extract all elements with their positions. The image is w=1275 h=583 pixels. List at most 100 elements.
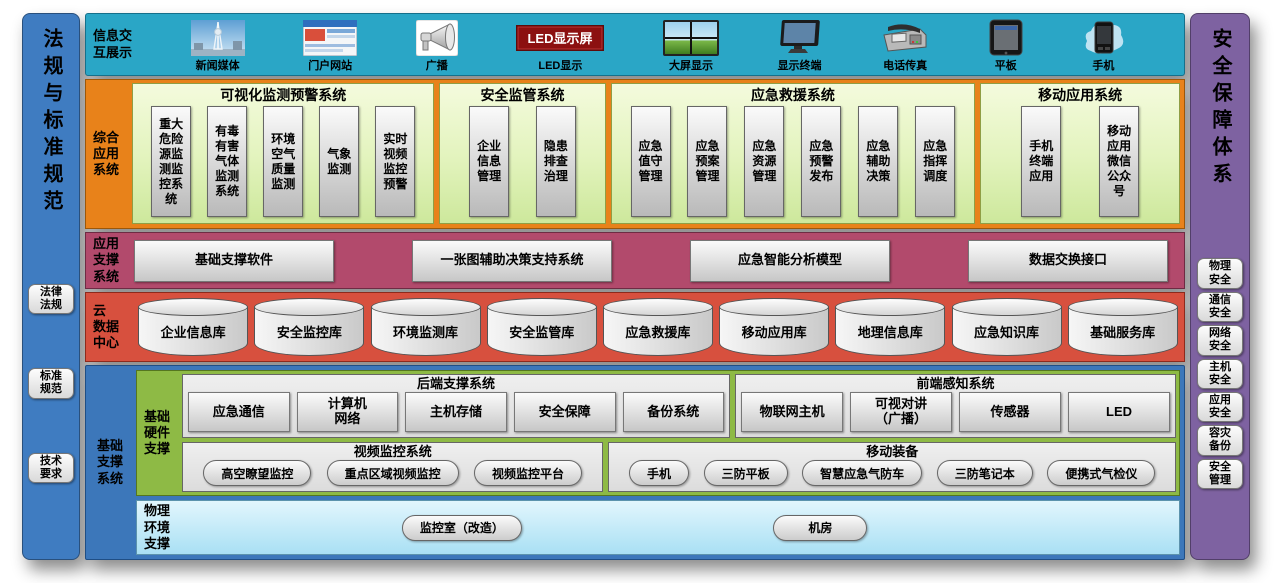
hardware-box: 物联网主机: [741, 392, 843, 432]
support-box: 一张图辅助决策支持系统: [412, 240, 612, 282]
info-item-label: 显示终端: [778, 57, 822, 73]
info-item-big-screen: 大屏显示: [663, 19, 719, 73]
app-system-box: 应急指挥调度: [915, 106, 955, 217]
hardware-box: 主机存储: [405, 392, 507, 432]
equipment-pill: 三防平板: [704, 460, 788, 486]
app-system-box: 应急预案管理: [687, 106, 727, 217]
desktop-monitor-icon: [778, 19, 822, 56]
right-bar-chip: 网络 安全: [1197, 325, 1243, 355]
group-mobile-application: 移动应用系统 手机终端应用移动应用微信公众号: [980, 83, 1180, 224]
equipment-pill: 重点区域视频监控: [327, 460, 459, 486]
app-system-box: 应急辅助决策: [858, 106, 898, 217]
infrastructure-content: 基础 硬件 支撑 后端支撑系统 应急通信计算机 网络主机存储安全保障备份系统 前…: [136, 370, 1180, 555]
app-system-box: 移动应用微信公众号: [1099, 106, 1139, 217]
info-item-label: 广播: [426, 57, 448, 73]
led-sign-icon: LED显示屏: [516, 19, 604, 56]
hardware-content: 后端支撑系统 应急通信计算机 网络主机存储安全保障备份系统 前端感知系统 物联网…: [182, 374, 1176, 492]
support-layer-label: 应用 支撑 系统: [86, 233, 132, 288]
app-system-box: 气象监测: [319, 106, 359, 217]
cylinder-top: [371, 298, 481, 316]
support-items: 基础支撑软件一张图辅助决策支持系统应急智能分析模型数据交换接口: [132, 233, 1184, 288]
info-display-label: 信息交 互展示: [86, 14, 132, 75]
app-system-box: 重大危险源监测监控系统: [151, 106, 191, 217]
group-title: 移动应用系统: [981, 84, 1179, 105]
hardware-support-label: 基础 硬件 支撑: [140, 374, 182, 492]
infrastructure-layer: 基础 支撑 系统 基础 硬件 支撑 后端支撑系统 应急通信计算机 网络主机存储安…: [85, 365, 1185, 560]
info-item-label: 电话传真: [883, 57, 927, 73]
group-visual-monitoring: 可视化监测预警系统 重大危险源监测监控系统有毒有害气体监测系统环境空气质量监测气…: [132, 83, 434, 224]
app-system-box: 应急值守管理: [631, 106, 671, 217]
cylinder-top: [835, 298, 945, 316]
application-layer-label: 综合 应用 系统: [86, 80, 132, 228]
cylinder-top: [138, 298, 248, 316]
section-mobile-equipment: 移动装备 手机三防平板智慧应急气防车三防笔记本便携式气检仪: [608, 442, 1176, 492]
right-bar-chip: 安全 管理: [1197, 459, 1243, 489]
hardware-box: 可视对讲 （广播）: [850, 392, 952, 432]
megaphone-icon: [416, 19, 458, 56]
group-title: 应急救援系统: [612, 84, 975, 105]
database-cylinder: 基础服务库: [1068, 298, 1178, 356]
section-items: 高空瞭望监控重点区域视频监控视频监控平台: [188, 460, 597, 486]
tv-tower-photo-icon: [191, 19, 245, 56]
right-bar-chip: 应用 安全: [1197, 392, 1243, 422]
hardware-top-row: 后端支撑系统 应急通信计算机 网络主机存储安全保障备份系统 前端感知系统 物联网…: [182, 374, 1176, 438]
right-bar-chip: 通信 安全: [1197, 292, 1243, 322]
equipment-pill: 便携式气检仪: [1047, 460, 1155, 486]
group-items: 企业信息管理隐患排查治理: [440, 105, 604, 223]
hardware-box: 安全保障: [514, 392, 616, 432]
section-items: 应急通信计算机 网络主机存储安全保障备份系统: [188, 392, 724, 432]
support-layer: 应用 支撑 系统 基础支撑软件一张图辅助决策支持系统应急智能分析模型数据交换接口: [85, 232, 1185, 289]
section-items: 物联网主机可视对讲 （广播）传感器LED: [741, 392, 1170, 432]
info-item-broadcast: 广播: [416, 19, 458, 73]
application-layer: 综合 应用 系统 可视化监测预警系统 重大危险源监测监控系统有毒有害气体监测系统…: [85, 79, 1185, 229]
info-item-label: 平板: [995, 57, 1017, 73]
left-bar-chip: 标准 规范: [28, 368, 74, 398]
app-system-box: 手机终端应用: [1021, 106, 1061, 217]
group-title: 可视化监测预警系统: [133, 84, 433, 105]
app-system-box: 环境空气质量监测: [263, 106, 303, 217]
group-title: 安全监管系统: [440, 84, 604, 105]
hardware-box: 备份系统: [623, 392, 725, 432]
cylinder-top: [719, 298, 829, 316]
physical-environment-box: 物理 环境 支撑 监控室（改造） 机房: [136, 500, 1180, 555]
database-cylinder: 企业信息库: [138, 298, 248, 356]
cylinder-top: [1068, 298, 1178, 316]
section-title: 前端感知系统: [741, 376, 1170, 392]
database-label: 安全监管库: [487, 322, 597, 341]
section-video-surveillance: 视频监控系统 高空瞭望监控重点区域视频监控视频监控平台: [182, 442, 603, 492]
support-box: 基础支撑软件: [134, 240, 334, 282]
right-bar-chip: 物理 安全: [1197, 258, 1243, 288]
mobile-phone-icon: [1081, 19, 1125, 56]
support-box: 数据交换接口: [968, 240, 1168, 282]
app-system-box: 隐患排查治理: [536, 106, 576, 217]
info-display-items: 新闻媒体 门户网站: [132, 14, 1184, 75]
app-system-box: 有毒有害气体监测系统: [207, 106, 247, 217]
right-bar-security-system: 安全保障体系 物理 安全 通信 安全 网络 安全 主机 安全 应用 安全 容灾 …: [1190, 13, 1250, 560]
info-display-bar: 信息交 互展示: [85, 13, 1185, 76]
equipment-pill: 高空瞭望监控: [203, 460, 311, 486]
website-screenshot-icon: [303, 19, 357, 56]
fax-machine-icon: [880, 19, 930, 56]
database-label: 基础服务库: [1068, 322, 1178, 341]
group-items: 应急值守管理应急预案管理应急资源管理应急预警发布应急辅助决策应急指挥调度: [612, 105, 975, 223]
section-items: 手机三防平板智慧应急气防车三防笔记本便携式气检仪: [614, 460, 1170, 486]
hardware-box: LED: [1068, 392, 1170, 432]
database-label: 安全监控库: [254, 322, 364, 341]
physical-environment-label: 物理 环境 支撑: [137, 501, 183, 554]
right-bar-chip: 主机 安全: [1197, 359, 1243, 389]
app-system-box: 实时视频监控预警: [375, 106, 415, 217]
monitoring-room-pill: 监控室（改造）: [402, 515, 522, 541]
info-item-led-display: LED显示屏 LED显示: [516, 19, 604, 73]
database-label: 移动应用库: [719, 322, 829, 341]
info-item-portal-site: 门户网站: [303, 19, 357, 73]
cylinder-top: [603, 298, 713, 316]
database-label: 环境监测库: [371, 322, 481, 341]
database-cylinder: 地理信息库: [835, 298, 945, 356]
group-items: 手机终端应用移动应用微信公众号: [981, 105, 1179, 223]
info-item-label: 大屏显示: [669, 57, 713, 73]
database-label: 企业信息库: [138, 322, 248, 341]
database-cylinder: 应急救援库: [603, 298, 713, 356]
app-system-box: 企业信息管理: [469, 106, 509, 217]
info-item-news-media: 新闻媒体: [191, 19, 245, 73]
right-bar-title: 安全保障体系: [1210, 28, 1230, 190]
